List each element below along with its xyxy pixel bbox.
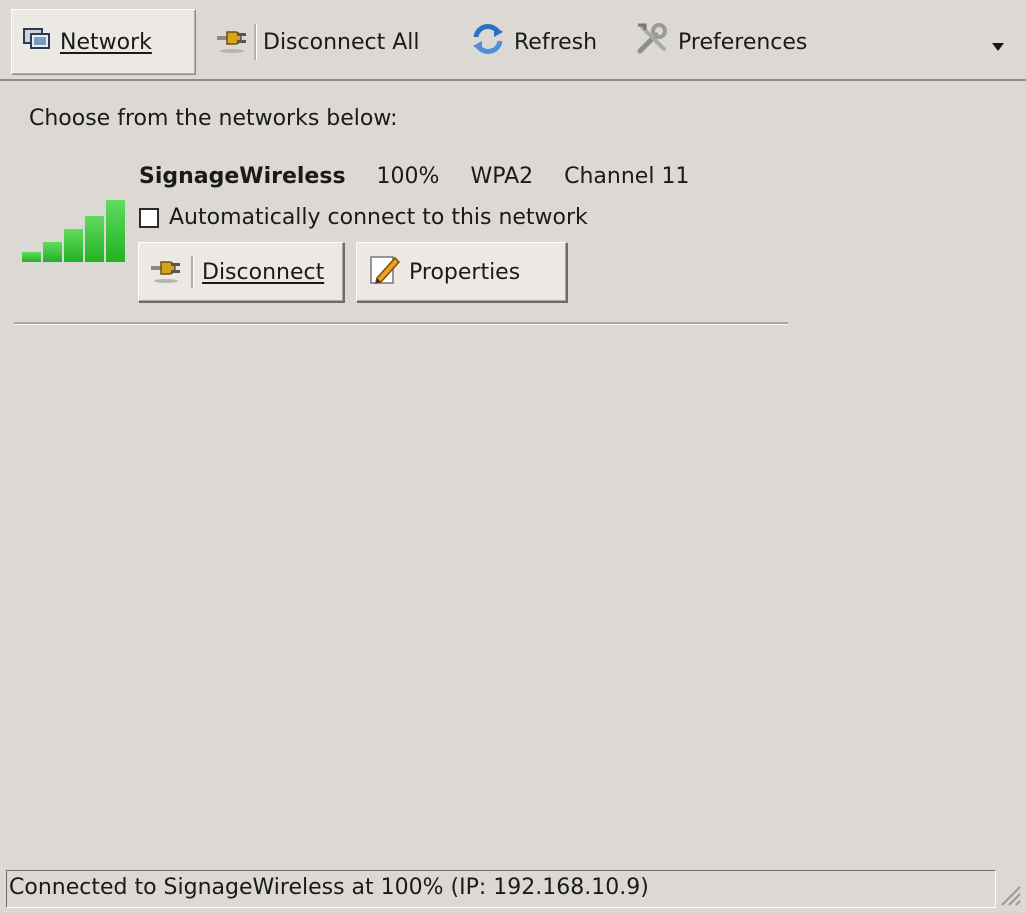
button-separator xyxy=(191,256,194,288)
refresh-button[interactable]: Refresh xyxy=(460,9,607,75)
properties-button[interactable]: Properties xyxy=(356,242,567,302)
disconnect-button[interactable]: Disconnect xyxy=(138,242,344,302)
disconnect-all-label-button[interactable]: Disconnect All xyxy=(255,9,429,75)
status-text: Connected to SignageWireless at 100% (IP… xyxy=(6,870,996,908)
network-channel: Channel 11 xyxy=(564,164,690,189)
network-button-label: Network xyxy=(60,29,152,55)
resize-grip-icon[interactable] xyxy=(996,881,1022,907)
divider xyxy=(14,322,788,325)
plug-icon xyxy=(149,254,183,290)
edit-icon xyxy=(367,252,401,292)
disconnect-label: Disconnect xyxy=(202,259,325,285)
intro-text: Choose from the networks below: xyxy=(29,106,398,131)
preferences-label: Preferences xyxy=(678,29,808,55)
network-button[interactable]: Network xyxy=(11,9,196,75)
network-icon xyxy=(22,26,52,58)
toolbar-bottom-border xyxy=(0,79,1026,81)
plug-icon xyxy=(215,24,249,60)
network-info: SignageWireless 100% WPA2 Channel 11 xyxy=(139,164,689,189)
toolbar-overflow-arrow-icon[interactable] xyxy=(990,34,1006,59)
auto-connect-label: Automatically connect to this network xyxy=(169,205,588,230)
network-strength: 100% xyxy=(376,164,440,189)
properties-label: Properties xyxy=(409,259,521,285)
statusbar: Connected to SignageWireless at 100% (IP… xyxy=(0,868,1026,909)
refresh-icon xyxy=(470,22,506,62)
toolbar: Network Disconnect All Refresh Preferenc… xyxy=(0,0,1026,82)
disconnect-all-label: Disconnect All xyxy=(263,29,420,55)
auto-connect-checkbox[interactable] xyxy=(139,207,159,228)
network-security: WPA2 xyxy=(470,164,534,189)
disconnect-all-button[interactable] xyxy=(205,9,259,75)
signal-strength-icon xyxy=(22,200,126,262)
preferences-button[interactable]: Preferences xyxy=(624,9,817,75)
refresh-label: Refresh xyxy=(514,29,598,55)
preferences-icon xyxy=(634,21,670,63)
auto-connect-row[interactable]: Automatically connect to this network xyxy=(139,205,588,230)
network-ssid: SignageWireless xyxy=(139,164,346,189)
